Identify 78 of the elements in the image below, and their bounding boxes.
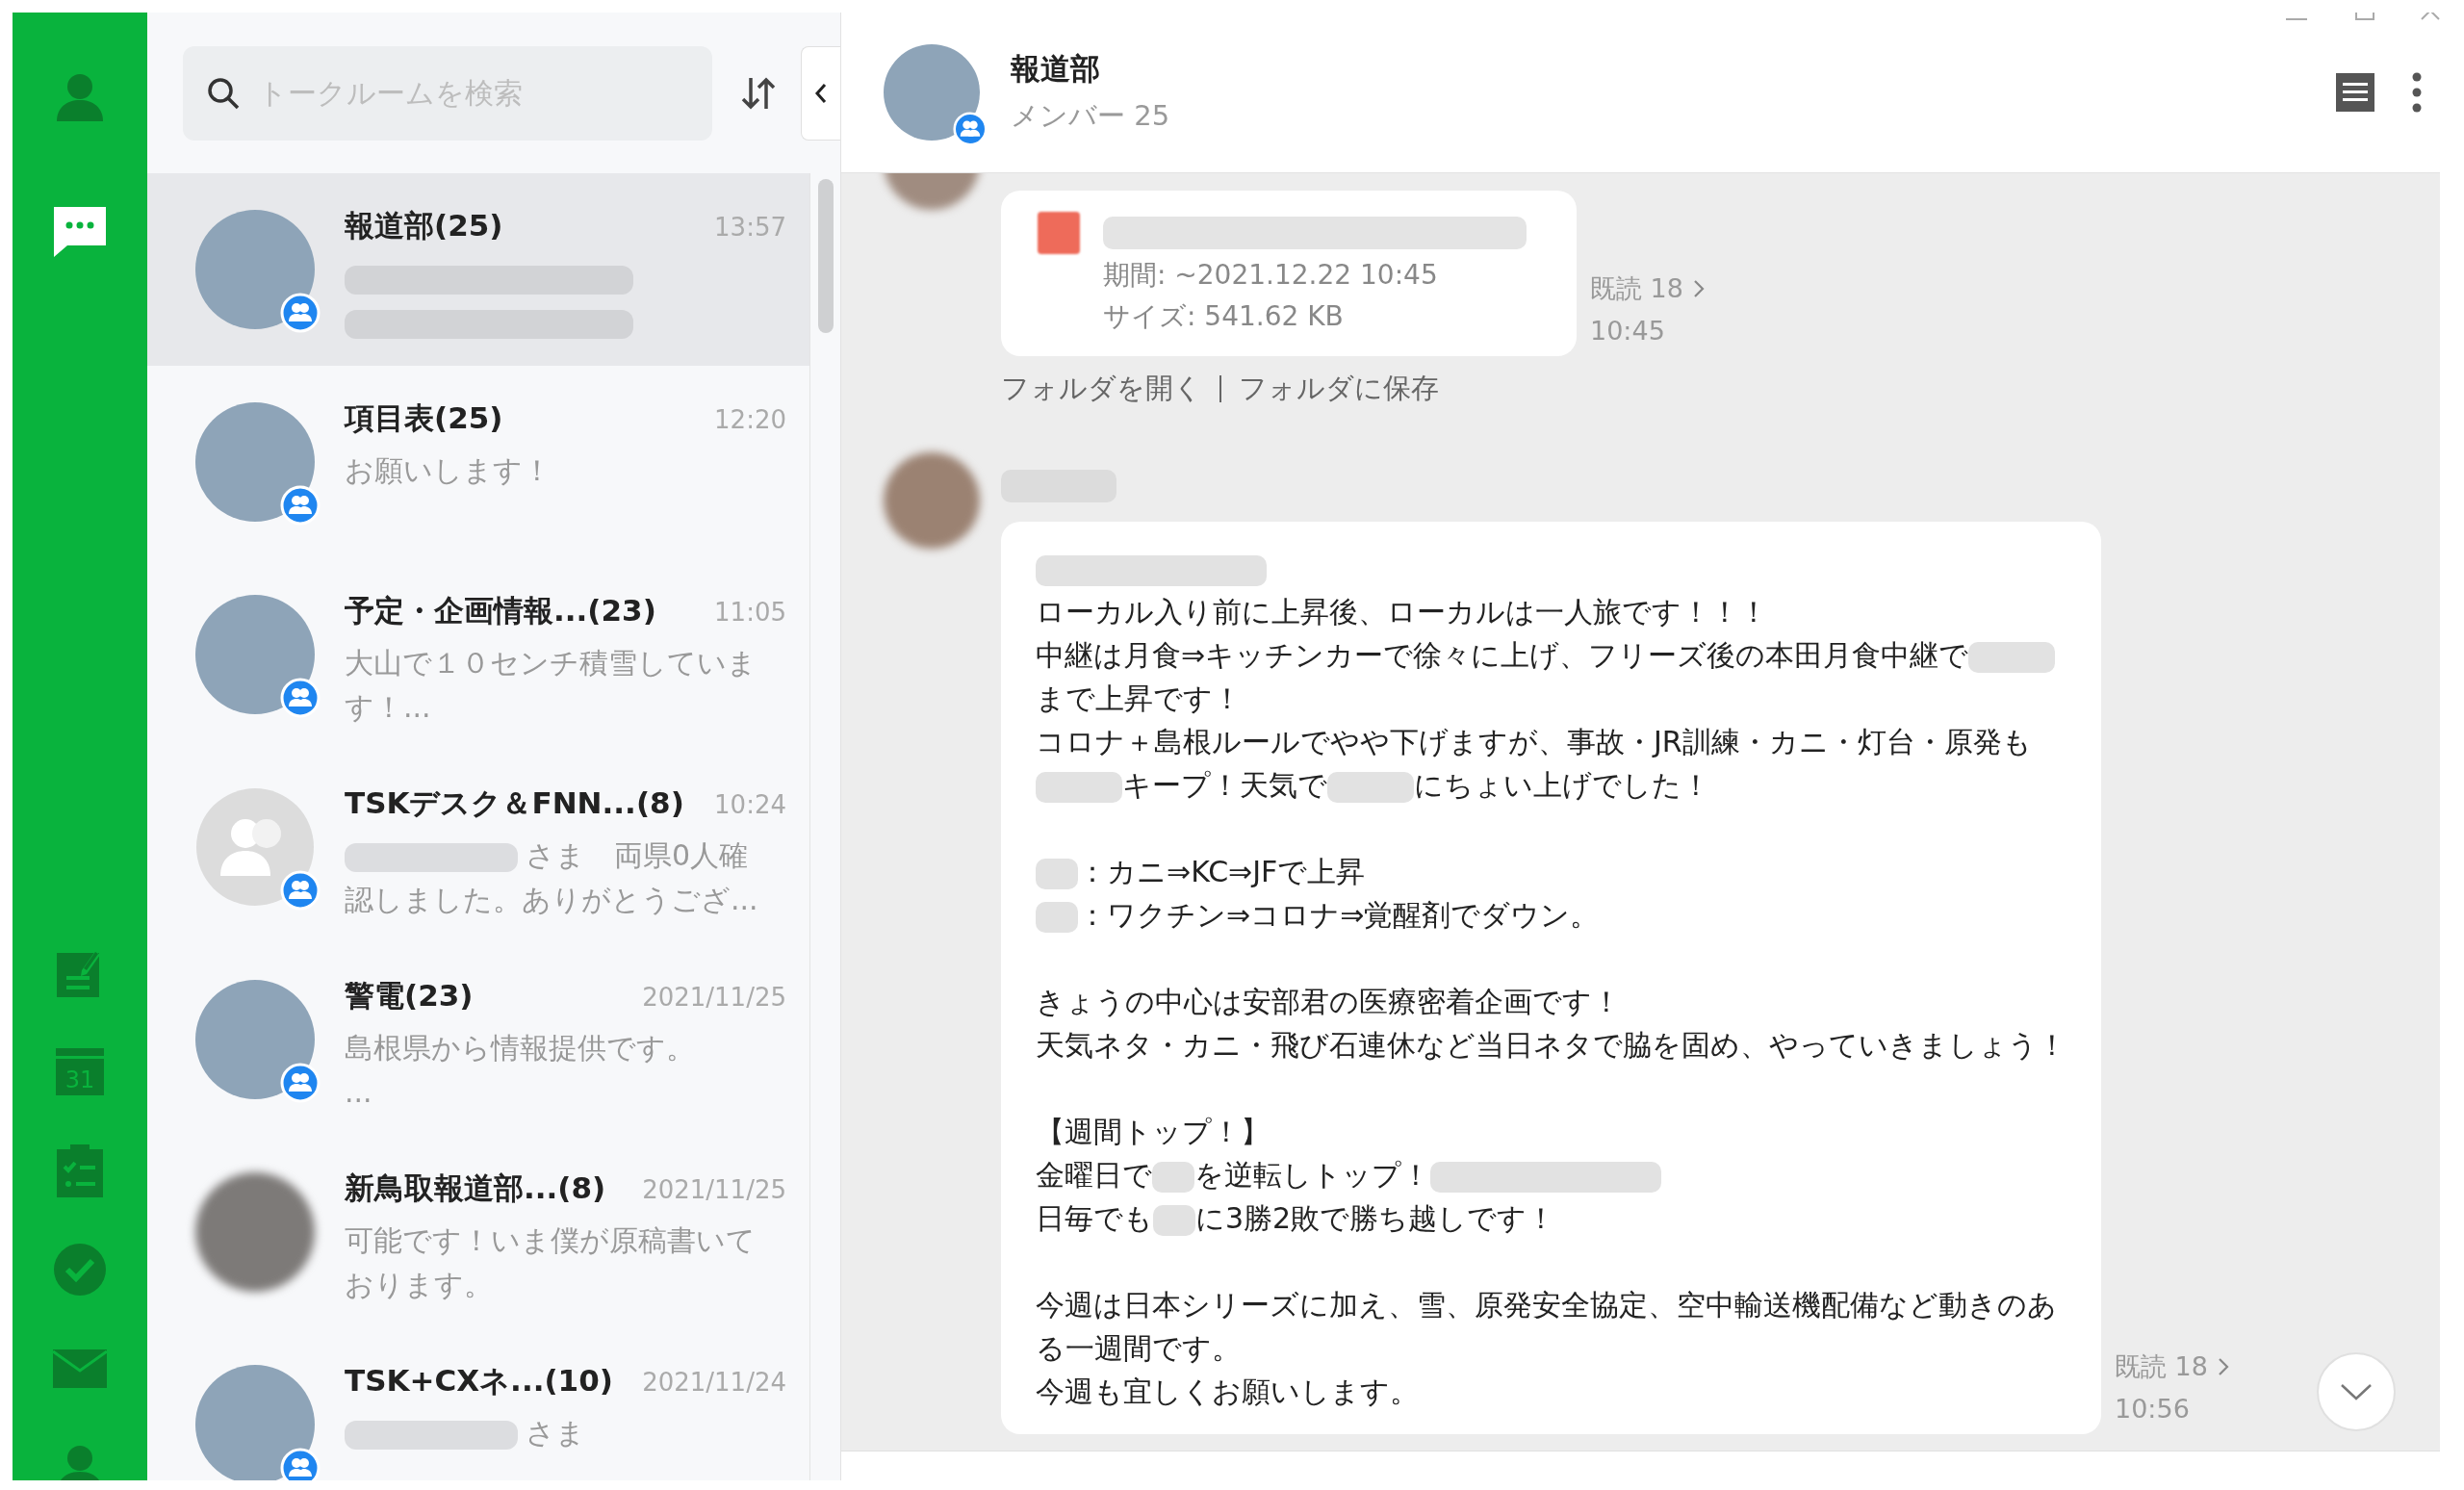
- chat-time: 2021/11/25: [642, 983, 786, 1012]
- message-text: まで上昇です！: [1036, 681, 1242, 715]
- message-preview: ...: [345, 1075, 372, 1109]
- message-time: 10:45: [1590, 315, 1666, 347]
- file-detail: サイズ: 541.62 KB: [1103, 299, 1345, 334]
- chat-name: 報道部(25): [345, 207, 503, 244]
- message-text: 日毎でも: [1036, 1201, 1153, 1235]
- message-preview: 可能です！いま僕が原稿書いて: [345, 1223, 756, 1257]
- file-action-link[interactable]: フォルダを開く: [1001, 370, 1202, 408]
- chat-list-item[interactable]: 項目表(25) 12:20 お願いします！: [147, 366, 809, 558]
- check-icon: [51, 1241, 109, 1298]
- message-text: 【週間トップ！】: [1036, 1115, 1270, 1148]
- chat-time: 13:57: [714, 213, 786, 242]
- message-text: 今週は日本シリーズに加え、雪、原発安全協定、空中輸送機配備など動きのあ: [1036, 1288, 2057, 1322]
- message-text: ：ワクチン⇒コロナ⇒覚醒剤でダウン。: [1078, 898, 1600, 932]
- chat-list-item[interactable]: 予定・企画情報...(23) 11:05 大山で１０センチ積雪していま す！...: [147, 558, 809, 751]
- message-text: きょうの中心は安部君の医療密着企画です！: [1036, 985, 1621, 1018]
- blurred-text: [1152, 1161, 1194, 1193]
- chat-time: 2021/11/24: [642, 1368, 786, 1397]
- chat-time: 11:05: [714, 598, 786, 627]
- chat-time: 10:24: [714, 790, 786, 819]
- message-text: キープ！天気で: [1122, 768, 1327, 802]
- search-icon: [206, 75, 241, 111]
- chevron-left-icon: [813, 81, 829, 105]
- chat-title: 報道部: [1011, 50, 1101, 88]
- chat-list-item[interactable]: 報道部(25) 13:57: [147, 173, 809, 366]
- chat-time: 2021/11/25: [642, 1175, 786, 1204]
- message-text: コロナ＋島根ルールでやや下げますが、事故・JR訓練・カニ・灯台・原発も: [1036, 725, 2032, 758]
- message-preview: さま: [526, 1416, 585, 1450]
- message-text: る一週間です。: [1036, 1331, 1241, 1365]
- chat-time: 12:20: [714, 405, 786, 434]
- mail-icon: [51, 1347, 109, 1391]
- message-text: に3勝2敗で勝ち越しです！: [1195, 1201, 1556, 1235]
- chat-list-item[interactable]: TSKデスク＆FNN...(8) 10:24 さま 両県0人確 認しました。ありがとうござ...: [147, 751, 809, 943]
- file-message-bubble[interactable]: 期間: ~2021.12.22 10:45 サイズ: 541.62 KB: [1001, 191, 1577, 356]
- group-icon: [953, 112, 988, 146]
- collapse-button[interactable]: [801, 45, 840, 141]
- file-detail: 期間: ~2021.12.22 10:45: [1103, 258, 1439, 293]
- message-preview: 認しました。ありがとうござ...: [345, 883, 758, 916]
- chevron-right-icon: [2217, 1357, 2229, 1376]
- message-preview: す！...: [345, 690, 431, 724]
- scrollbar-thumb[interactable]: [818, 179, 834, 333]
- blurred-text: [1036, 858, 1078, 889]
- message-preview: お願いします！: [345, 453, 552, 487]
- message-preview: おります。: [345, 1268, 493, 1301]
- message-text: 中継は月食⇒キッチンカーで徐々に上げ、フリーズ後の本田月食中継で: [1036, 638, 1969, 672]
- chat-name: TSKデスク＆FNN...(8): [345, 784, 684, 822]
- blurred-text: [1153, 1204, 1195, 1236]
- chat-list-item[interactable]: 新鳥取報道部...(8) 2021/11/25 可能です！いま僕が原稿書いて おります。: [147, 1136, 809, 1328]
- chevron-right-icon: [1692, 279, 1705, 298]
- file-icon: [1038, 212, 1080, 254]
- list-icon: [2334, 71, 2376, 114]
- blurred-text: [1036, 901, 1078, 933]
- message-text: にちょい上げでした！: [1414, 768, 1710, 802]
- chevron-down-icon: [2339, 1382, 2374, 1401]
- default-avatar-icon: [195, 787, 315, 907]
- notes-button[interactable]: [2334, 71, 2376, 114]
- message-text: 今週も宜しくお願いします。: [1036, 1374, 1419, 1408]
- chat-list-item[interactable]: TSK+CXネ...(10) 2021/11/24 さま: [147, 1328, 809, 1480]
- chat-list-item[interactable]: 警電(23) 2021/11/25 島根県から情報提供です。 ...: [147, 943, 809, 1136]
- chat-name: TSK+CXネ...(10): [345, 1362, 613, 1400]
- message-time: 10:56: [2115, 1393, 2191, 1426]
- message-text: を逆転しトップ！: [1194, 1158, 1430, 1192]
- message-text: ：カニ⇒KC⇒JFで上昇: [1078, 855, 1366, 888]
- member-count: メンバー 25: [1011, 98, 1170, 134]
- message-preview: さま 両県0人確: [526, 838, 749, 872]
- chat-name: 警電(23): [345, 977, 474, 1015]
- chat-name: 予定・企画情報...(23): [345, 592, 656, 629]
- chat-name: 新鳥取報道部...(8): [345, 1169, 606, 1207]
- message-text: 天気ネタ・カニ・飛び石連休など当日ネタで脇を固め、やっていきましょう！: [1036, 1028, 2066, 1062]
- message-text: ローカル入り前に上昇後、ローカルは一人旅です！！！: [1036, 595, 1768, 629]
- message-text: 金曜日で: [1036, 1158, 1152, 1192]
- more-icon: [2411, 71, 2423, 114]
- file-action-link[interactable]: フォルダに保存: [1239, 370, 1439, 408]
- more-button[interactable]: [2411, 71, 2423, 114]
- message-preview: 島根県から情報提供です。: [345, 1031, 695, 1065]
- chat-name: 項目表(25): [345, 399, 503, 437]
- message-preview: 大山で１０センチ積雪していま: [345, 646, 757, 680]
